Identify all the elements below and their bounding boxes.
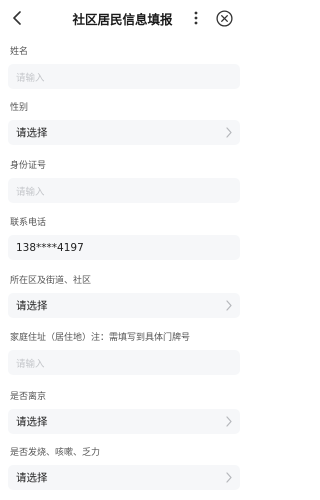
page-title: 社区居民信息填报 (72, 12, 173, 27)
field-label: 姓名 (10, 47, 29, 57)
chevron-right-icon (226, 416, 232, 427)
address-input[interactable]: 请输入 (8, 350, 240, 375)
id-number-input[interactable]: 请输入 (8, 178, 240, 203)
navigation-bar: 社区居民信息填报 (0, 0, 245, 36)
field-label: 性别 (10, 103, 29, 113)
field-label: 是否离京 (10, 392, 47, 402)
district-select[interactable]: 请选择 (8, 293, 240, 318)
select-value: 请选择 (16, 127, 48, 139)
chevron-right-icon (226, 300, 232, 311)
close-circle-icon (215, 9, 233, 27)
symptoms-select[interactable]: 请选择 (8, 465, 240, 490)
field-label: 身份证号 (10, 161, 47, 171)
input-value: 138****4197 (16, 241, 84, 254)
chevron-left-icon (13, 11, 21, 25)
field-label: 所在区及街道、社区 (10, 276, 92, 286)
input-placeholder: 请输入 (16, 186, 45, 198)
left-beijing-select[interactable]: 请选择 (8, 409, 240, 434)
phone-input[interactable]: 138****4197 (8, 235, 240, 260)
close-button[interactable] (211, 6, 237, 30)
resident-info-form-page: 社区居民信息填报 姓名 请输入 性别 请选择 身份证号 请输入 联系电话 138… (0, 0, 245, 500)
field-label: 联系电话 (10, 218, 47, 228)
back-button[interactable] (6, 6, 28, 30)
name-input[interactable]: 请输入 (8, 64, 240, 89)
gender-select[interactable]: 请选择 (8, 120, 240, 145)
select-value: 请选择 (16, 472, 48, 484)
more-button[interactable] (186, 7, 206, 29)
more-vertical-icon (194, 11, 198, 25)
chevron-right-icon (226, 127, 232, 138)
input-placeholder: 请输入 (16, 358, 45, 370)
select-value: 请选择 (16, 416, 48, 428)
select-value: 请选择 (16, 300, 48, 312)
field-label: 是否发烧、咳嗽、乏力 (10, 448, 101, 458)
chevron-right-icon (226, 472, 232, 483)
field-label: 家庭住址（居住地）注：需填写到具体门牌号 (10, 333, 191, 343)
input-placeholder: 请输入 (16, 72, 45, 84)
